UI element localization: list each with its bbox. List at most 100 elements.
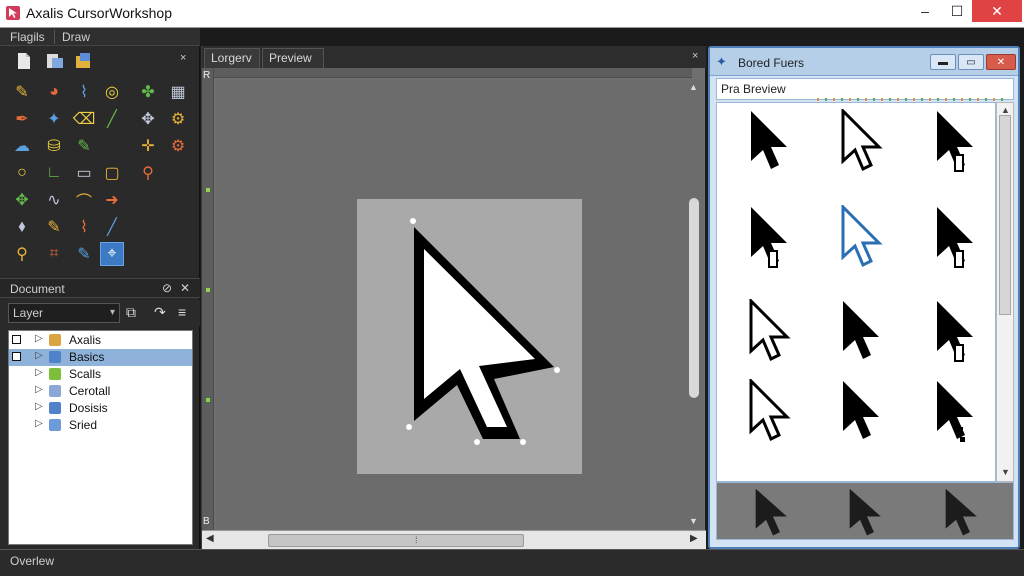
pipette-icon[interactable]: ✎: [42, 215, 66, 239]
tree-checkbox[interactable]: [12, 335, 21, 344]
preview-scrollbar[interactable]: ▲ ▼: [996, 102, 1014, 482]
duplicate-layer-icon[interactable]: ⧉: [126, 304, 136, 321]
zoom-lens-icon[interactable]: ○: [10, 161, 34, 185]
tab-flagils[interactable]: Flagils: [10, 30, 45, 44]
transform-icon[interactable]: ✥: [10, 188, 34, 212]
palette-icon[interactable]: ◕: [42, 80, 66, 104]
gear-icon[interactable]: ⚙: [166, 107, 190, 131]
crop-icon[interactable]: ⌗: [42, 242, 66, 266]
chevron-right-icon[interactable]: ▷: [35, 350, 43, 361]
tree-item[interactable]: ▷ Sried: [9, 417, 192, 434]
preview-window-titlebar[interactable]: ✦ Bored Fuers ▬ ▭ ✕: [710, 48, 1018, 76]
brush-alt-icon[interactable]: ⌇: [72, 215, 96, 239]
grid-icon[interactable]: ▦: [166, 80, 190, 104]
scroll-up-icon[interactable]: ▲: [1001, 105, 1010, 115]
artboard[interactable]: [357, 199, 582, 474]
cog-icon[interactable]: ⚙: [166, 134, 190, 158]
scroll-down-icon[interactable]: ▼: [1001, 467, 1010, 477]
layer-row: Layer ▾ ⧉ ↷ ≡: [0, 300, 200, 326]
ruler-label-bottom: B: [203, 516, 210, 527]
eraser-icon[interactable]: ⌫: [72, 107, 96, 131]
editor-tabs: Lorgerv ~ Preview × ×: [202, 46, 706, 79]
document-close-icon[interactable]: ✕: [180, 281, 190, 295]
cursor-preview-icon[interactable]: [845, 487, 889, 542]
tree-item[interactable]: ▷ Scalls: [9, 366, 192, 383]
globe-icon: [49, 368, 61, 380]
save-file-icon[interactable]: [74, 52, 92, 70]
vertical-scrollbar[interactable]: ▲ ▼: [686, 80, 704, 530]
new-file-icon[interactable]: [16, 52, 32, 70]
pin-icon[interactable]: ⊘: [162, 281, 172, 295]
drop-icon[interactable]: ✎: [72, 134, 96, 158]
redo-icon[interactable]: ↷: [154, 304, 166, 321]
scroll-thumb[interactable]: [999, 115, 1011, 315]
cursor-preview-icon[interactable]: [751, 487, 795, 542]
magnifier-icon[interactable]: ⚲: [136, 161, 160, 185]
tree-checkbox[interactable]: [12, 352, 21, 361]
scroll-up-icon[interactable]: ▲: [689, 82, 698, 92]
tab-editor[interactable]: Lorgerv ~: [204, 48, 260, 79]
pen-icon[interactable]: ✒: [10, 107, 34, 131]
float-close-button[interactable]: ✕: [986, 54, 1016, 70]
layer-select[interactable]: Layer ▾: [8, 303, 120, 323]
scroll-right-icon[interactable]: ▶: [690, 533, 698, 544]
float-minimize-button[interactable]: ▬: [930, 54, 956, 70]
canvas[interactable]: [216, 80, 686, 530]
arc-icon[interactable]: ⌒: [72, 188, 96, 212]
panel-close-icon[interactable]: ×: [180, 52, 186, 64]
chevron-right-icon[interactable]: ▷: [35, 401, 43, 412]
move-icon[interactable]: ✥: [136, 107, 160, 131]
smudge-icon[interactable]: ☁: [10, 134, 34, 158]
open-file-icon[interactable]: [46, 52, 64, 70]
color-wheel-icon[interactable]: ✤: [136, 80, 160, 104]
lasso-icon[interactable]: ◎: [100, 80, 124, 104]
scroll-down-icon[interactable]: ▼: [689, 516, 698, 526]
arrow-line-icon[interactable]: ➜: [100, 188, 124, 212]
scroll-thumb[interactable]: ⁞: [268, 534, 524, 547]
tree-item-label: Axalis: [69, 333, 102, 347]
ruler-marker: [206, 398, 210, 402]
tree-item[interactable]: ▷ Axalis: [9, 332, 192, 349]
pencil-color-icon[interactable]: ✎: [72, 242, 96, 266]
brush-icon[interactable]: ⌇: [72, 80, 96, 104]
scroll-thumb[interactable]: [689, 198, 699, 398]
tab-draw[interactable]: Draw: [62, 30, 90, 44]
line-alt-icon[interactable]: ╱: [100, 215, 124, 239]
stamp-icon[interactable]: ⬧: [10, 215, 34, 239]
float-maximize-button[interactable]: ▭: [958, 54, 984, 70]
bucket-icon[interactable]: ⛁: [42, 134, 66, 158]
scroll-left-icon[interactable]: ◀: [206, 533, 214, 544]
ruler-marker: [206, 188, 210, 192]
chevron-right-icon[interactable]: ▷: [35, 384, 43, 395]
arrow-cursor-icon[interactable]: [357, 199, 582, 474]
chevron-down-icon: ▾: [109, 307, 115, 318]
pencil-icon[interactable]: ✎: [10, 80, 34, 104]
close-button[interactable]: ✕: [972, 0, 1022, 22]
horizontal-scrollbar[interactable]: ◀ ⁞ ▶: [202, 530, 706, 549]
file-icon: [49, 402, 61, 414]
wand-icon[interactable]: ✦: [42, 107, 66, 131]
tab-preview[interactable]: Preview ×: [262, 48, 324, 79]
tree-item[interactable]: ▷ Cerotall: [9, 383, 192, 400]
grip-icon: ⁞: [415, 535, 418, 545]
select-l-icon[interactable]: ∟: [42, 161, 66, 185]
minimize-icon: –: [921, 3, 929, 19]
cursor-preview-icon[interactable]: [941, 487, 985, 542]
line-icon[interactable]: ╱: [100, 107, 124, 131]
curve-icon[interactable]: ∿: [42, 188, 66, 212]
maximize-icon: ▭: [966, 56, 976, 68]
chevron-right-icon[interactable]: ▷: [35, 333, 43, 344]
chevron-right-icon[interactable]: ▷: [35, 418, 43, 429]
hotspot-icon[interactable]: ⌖: [100, 242, 124, 266]
left-ruler: R B: [202, 68, 214, 530]
rounded-rect-icon[interactable]: ▢: [100, 161, 124, 185]
editor-close-icon[interactable]: ×: [692, 50, 698, 62]
ruler-stripe: [817, 98, 1007, 101]
tree-item[interactable]: ▷ Dosisis: [9, 400, 192, 417]
rectangle-icon[interactable]: ▭: [72, 161, 96, 185]
zoom-icon[interactable]: ⚲: [10, 242, 34, 266]
chevron-right-icon[interactable]: ▷: [35, 367, 43, 378]
tree-item[interactable]: ▷ Basics: [9, 349, 192, 366]
crosshair-icon[interactable]: ✛: [136, 134, 160, 158]
menu-icon[interactable]: ≡: [178, 304, 186, 320]
